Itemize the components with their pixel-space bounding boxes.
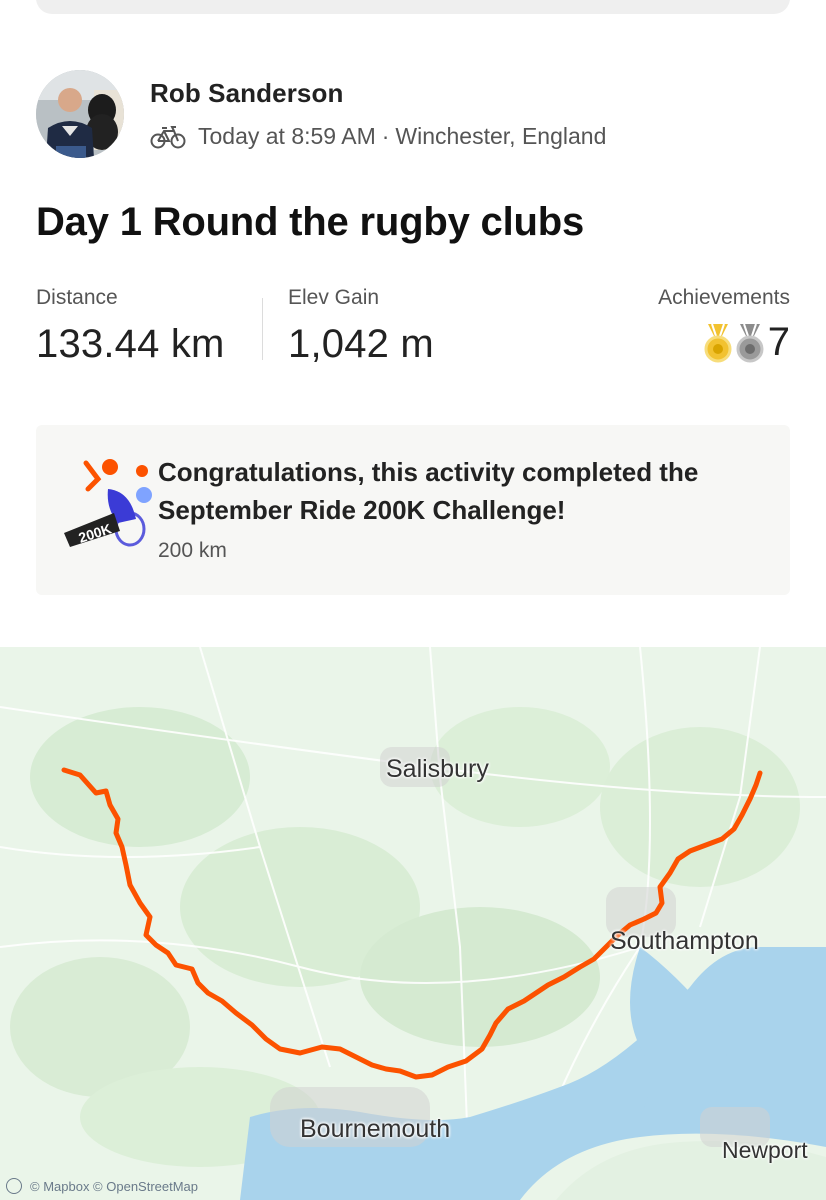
activity-location: Winchester, England [395,123,607,149]
challenge-badge-icon: 200K [64,459,152,547]
activity-stats: Distance 133.44 km Elev Gain 1,042 m Ach… [36,286,790,366]
activity-time: Today at 8:59 AM [198,123,376,149]
challenge-card[interactable]: 200K Congratulations, this activity comp… [36,425,790,595]
stat-elev-gain: Elev Gain 1,042 m [288,286,434,367]
gold-medal-icon [704,323,732,362]
map-label-southampton: Southampton [610,927,759,955]
route-map[interactable]: Salisbury Southampton Bournemouth Newpor… [0,647,826,1200]
challenge-distance: 200 km [158,539,227,562]
map-attribution[interactable]: © Mapbox © OpenStreetMap [6,1178,198,1194]
stat-distance-label: Distance [36,286,118,309]
stat-elev-label: Elev Gain [288,286,380,309]
previous-card-edge [36,0,790,14]
athlete-name[interactable]: Rob Sanderson [150,78,606,109]
challenge-badge-label: 200K [77,520,114,546]
map-label-salisbury: Salisbury [386,755,489,783]
challenge-message: Congratulations, this activity completed… [158,457,699,525]
info-icon[interactable] [6,1178,22,1194]
achievements-count: 7 [767,320,790,364]
stat-distance: Distance 133.44 km [36,286,225,367]
athlete-avatar[interactable] [36,70,124,158]
map-label-newport: Newport [722,1137,808,1163]
stat-divider [262,298,263,360]
activity-meta: Today at 8:59 AM · Winchester, England [150,123,606,150]
stat-achievements[interactable]: Achievements 7 [658,286,790,365]
map-attribution-text: © Mapbox © OpenStreetMap [30,1178,199,1194]
silver-medal-icon [736,323,764,362]
stat-elev-value: 1,042 m [288,322,434,366]
bike-icon [150,125,186,148]
activity-title[interactable]: Day 1 Round the rugby clubs [36,200,584,245]
stat-distance-value: 133.44 km [36,322,225,366]
activity-header: Rob Sanderson Today at 8:59 AM · Winches… [36,70,606,158]
meta-separator: · [381,123,390,149]
stat-achievements-label: Achievements [658,286,790,309]
map-label-bournemouth: Bournemouth [300,1115,451,1143]
